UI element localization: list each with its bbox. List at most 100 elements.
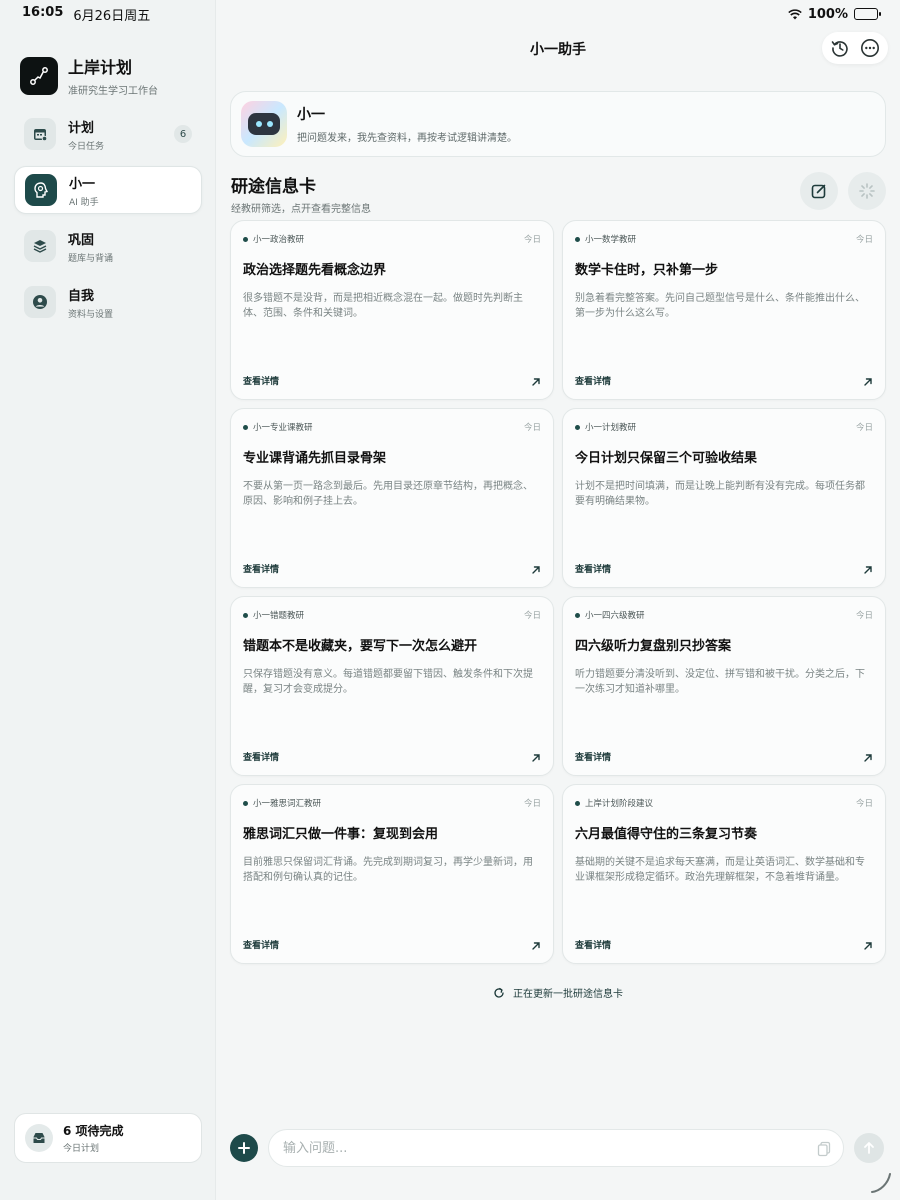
card-body: 别急着看完整答案。先问自己题型信号是什么、条件能推出什么、第一步为什么这么写。 xyxy=(575,293,865,319)
copy-icon[interactable] xyxy=(817,1141,831,1157)
sidebar-item-label: 小一 xyxy=(69,176,96,192)
view-details-link[interactable]: 查看详情 xyxy=(575,374,611,387)
brand-logo-icon xyxy=(20,56,58,95)
card-body: 不要从第一页一路念到最后。先用目录还原章节结构，再把概念、原因、影响和例子挂上去… xyxy=(243,481,533,507)
card-title: 政治选择题先看概念边界 xyxy=(243,263,387,278)
sidebar: 上岸计划 准研究生学习工作台 计划 今日任务 6 小一 AI 助手 巩固 题库与… xyxy=(0,0,216,1200)
arrow-up-icon xyxy=(864,1142,874,1154)
spinner-icon xyxy=(859,183,875,199)
sidebar-item-profile[interactable]: 自我 资料与设置 xyxy=(14,278,202,326)
view-details-link[interactable]: 查看详情 xyxy=(243,562,279,575)
info-card[interactable]: 小一政治教研 今日 政治选择题先看概念边界 很多错题不是没背，而是把相近概念混在… xyxy=(230,220,554,400)
card-date: 今日 xyxy=(523,611,541,621)
view-details-link[interactable]: 查看详情 xyxy=(243,750,279,763)
question-input[interactable] xyxy=(269,1130,843,1166)
pending-subtitle: 今日计划 xyxy=(63,1144,100,1154)
card-body: 很多错题不是没背，而是把相近概念混在一起。做题时先判断主体、范围、条件和关键词。 xyxy=(243,293,523,319)
layers-icon xyxy=(24,230,56,262)
card-tag: 小一数学教研 xyxy=(585,235,637,245)
view-details-link[interactable]: 查看详情 xyxy=(575,938,611,951)
card-title: 四六级听力复盘别只抄答案 xyxy=(575,639,732,654)
view-details-link[interactable]: 查看详情 xyxy=(243,374,279,387)
info-card[interactable]: 上岸计划阶段建议 今日 六月最值得守住的三条复习节奏 基础期的关键不是追求每天塞… xyxy=(562,784,886,964)
card-body: 目前雅思只保留词汇背诵。先完成到期词复习，再学少量新词，用搭配和例句确认真的记住… xyxy=(243,857,533,883)
arrow-up-right-icon xyxy=(532,754,540,762)
info-card[interactable]: 小一雅思词汇教研 今日 雅思词汇只做一件事：复现到会用 目前雅思只保留词汇背诵。… xyxy=(230,784,554,964)
card-title: 六月最值得守住的三条复习节奏 xyxy=(575,827,758,842)
sidebar-item-label: 计划 xyxy=(68,120,95,136)
tag-dot-icon xyxy=(243,424,248,430)
section-title: 研途信息卡 xyxy=(231,177,316,197)
info-card[interactable]: 小一错题教研 今日 错题本不是收藏夹，要写下一次怎么避开 只保存错题没有意义。每… xyxy=(230,596,554,776)
section-header: 研途信息卡 经教研筛选，点开查看完整信息 xyxy=(231,172,371,215)
status-bar: 16:05 6月26日周五 100% xyxy=(0,0,900,28)
view-details-link[interactable]: 查看详情 xyxy=(243,938,279,951)
calendar-icon xyxy=(24,118,56,150)
card-date: 今日 xyxy=(855,799,873,809)
user-icon xyxy=(24,286,56,318)
card-title: 错题本不是收藏夹，要写下一次怎么避开 xyxy=(243,639,478,654)
page-title: 小一助手 xyxy=(530,42,586,58)
card-date: 今日 xyxy=(855,611,873,621)
tag-dot-icon xyxy=(575,424,580,430)
card-tag: 上岸计划阶段建议 xyxy=(585,799,654,809)
refresh-icon xyxy=(494,987,504,998)
sidebar-item-review[interactable]: 巩固 题库与背诵 xyxy=(14,222,202,270)
card-title: 雅思词汇只做一件事：复现到会用 xyxy=(243,827,439,842)
card-title: 今日计划只保留三个可验收结果 xyxy=(575,451,758,466)
view-details-link[interactable]: 查看详情 xyxy=(575,750,611,763)
info-card-grid: 小一政治教研 今日 政治选择题先看概念边界 很多错题不是没背，而是把相近概念混在… xyxy=(230,220,886,964)
resize-handle-icon xyxy=(871,1173,891,1193)
battery-percent: 100% xyxy=(807,6,848,22)
pending-tasks-button[interactable]: 6 项待完成 今日计划 xyxy=(14,1113,202,1163)
tag-dot-icon xyxy=(575,612,580,618)
card-date: 今日 xyxy=(523,423,541,433)
info-card[interactable]: 小一四六级教研 今日 四六级听力复盘别只抄答案 听力错题要分清没听到、没定位、拼… xyxy=(562,596,886,776)
sidebar-item-sub: 题库与背诵 xyxy=(68,253,114,264)
card-date: 今日 xyxy=(523,799,541,809)
view-details-link[interactable]: 查看详情 xyxy=(575,562,611,575)
info-card[interactable]: 小一计划教研 今日 今日计划只保留三个可验收结果 计划不是把时间填满，而是让晚上… xyxy=(562,408,886,588)
arrow-up-right-icon xyxy=(532,566,540,574)
brand-subtitle: 准研究生学习工作台 xyxy=(68,86,158,97)
card-tag: 小一错题教研 xyxy=(253,611,305,621)
info-card[interactable]: 小一数学教研 今日 数学卡住时，只补第一步 别急着看完整答案。先问自己题型信号是… xyxy=(562,220,886,400)
arrow-up-right-icon xyxy=(864,754,872,762)
status-time: 16:05 xyxy=(22,4,64,20)
battery-icon xyxy=(854,8,881,20)
sidebar-item-sub: 资料与设置 xyxy=(68,309,114,320)
sidebar-item-sub: 今日任务 xyxy=(68,141,105,152)
history-button[interactable] xyxy=(828,36,852,60)
robot-avatar-icon xyxy=(241,101,287,147)
brand-title: 上岸计划 xyxy=(68,58,133,77)
refresh-text: 正在更新一批研途信息卡 xyxy=(513,989,623,1000)
sidebar-item-label: 自我 xyxy=(68,288,95,304)
sidebar-item-plan[interactable]: 计划 今日任务 6 xyxy=(14,110,202,158)
loading-indicator xyxy=(848,172,886,210)
tag-dot-icon xyxy=(243,800,248,806)
card-body: 基础期的关键不是追求每天塞满，而是让英语词汇、数学基础和专业课框架形成稳定循环。… xyxy=(575,857,865,883)
card-body: 计划不是把时间填满，而是让晚上能判断有没有完成。每项任务都要有明确结果物。 xyxy=(575,481,865,507)
sidebar-item-sub: AI 助手 xyxy=(69,197,99,208)
arrow-up-right-icon xyxy=(532,942,540,950)
add-attachment-button[interactable] xyxy=(230,1134,258,1162)
card-tag: 小一雅思词汇教研 xyxy=(253,799,322,809)
card-body: 只保存错题没有意义。每道错题都要留下错因、触发条件和下次提醒，复习才会变成提分。 xyxy=(243,669,533,695)
card-title: 数学卡住时，只补第一步 xyxy=(575,263,719,278)
sidebar-item-assistant[interactable]: 小一 AI 助手 xyxy=(14,166,202,214)
composer xyxy=(230,1128,886,1168)
info-card[interactable]: 小一专业课教研 今日 专业课背诵先抓目录骨架 不要从第一页一路念到最后。先用目录… xyxy=(230,408,554,588)
status-date: 6月26日周五 xyxy=(73,8,151,24)
main-content: 小一助手 小一 把问题发来，我先查资料，再按考试逻辑讲清楚。 研途信息卡 经教研… xyxy=(216,0,900,1200)
tag-dot-icon xyxy=(243,236,248,242)
tag-dot-icon xyxy=(575,236,580,242)
count-badge: 6 xyxy=(174,125,192,143)
card-tag: 小一计划教研 xyxy=(585,423,637,433)
card-tag: 小一政治教研 xyxy=(253,235,305,245)
more-button[interactable] xyxy=(858,36,882,60)
head-brain-icon xyxy=(25,174,57,206)
compose-button[interactable] xyxy=(800,172,838,210)
send-button[interactable] xyxy=(854,1133,884,1163)
question-input-wrapper xyxy=(268,1129,844,1167)
assistant-intro-card: 小一 把问题发来，我先查资料，再按考试逻辑讲清楚。 xyxy=(230,91,886,157)
